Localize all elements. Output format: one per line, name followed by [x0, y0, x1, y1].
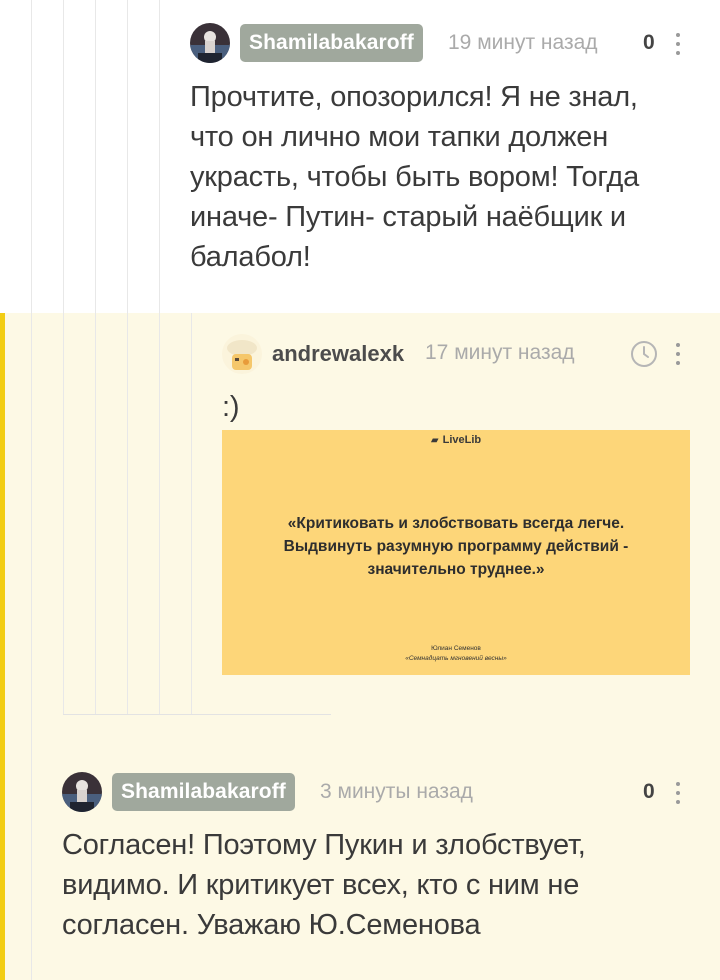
thread-branch-line: [63, 714, 331, 715]
comment-rating: 0: [643, 31, 655, 54]
comment-time[interactable]: 3 минуты назад: [320, 780, 473, 804]
comment-body: Согласен! Поэтому Пукин и злобствует, ви…: [62, 829, 586, 941]
livelib-logo-text: LiveLib: [442, 434, 482, 446]
comment-rating: 0: [643, 780, 655, 803]
comment-time[interactable]: 19 минут назад: [448, 31, 598, 55]
comment-time[interactable]: 17 минут назад: [425, 341, 575, 365]
comment-body: Прочтите, опозорился! Я не знал, что он …: [190, 81, 640, 273]
thread-line: [191, 313, 192, 715]
quote-image[interactable]: ▰ LiveLib «Критиковать и злобствовать все…: [222, 430, 690, 675]
thread-line: [95, 0, 96, 715]
username-badge[interactable]: Shamilabakaroff: [240, 24, 423, 62]
thread-line: [63, 0, 64, 715]
thread-line: [159, 0, 160, 715]
more-vertical-icon[interactable]: [675, 343, 681, 365]
thread-line: [127, 0, 128, 715]
quote-author: Юлиан Семенов: [431, 645, 481, 652]
quote-source: «Семнадцать мгновений весны»: [405, 655, 507, 662]
username-link[interactable]: andrewalexk: [272, 341, 404, 367]
quote-attribution: Юлиан Семенов «Семнадцать мгновений весн…: [222, 644, 690, 664]
avatar[interactable]: [190, 23, 230, 63]
clock-icon: [630, 340, 658, 368]
more-vertical-icon[interactable]: [675, 782, 681, 804]
username-badge[interactable]: Shamilabakaroff: [112, 773, 295, 811]
thread-line: [31, 0, 32, 980]
avatar[interactable]: [62, 772, 102, 812]
new-comment-indicator-bar: [0, 313, 5, 980]
livelib-logo: ▰ LiveLib: [222, 434, 690, 446]
more-vertical-icon[interactable]: [675, 33, 681, 55]
avatar[interactable]: [222, 334, 262, 374]
book-icon: ▰: [430, 435, 439, 446]
quote-text: «Критиковать и злобствовать всегда легче…: [283, 515, 629, 578]
comment-body: :): [222, 391, 240, 423]
